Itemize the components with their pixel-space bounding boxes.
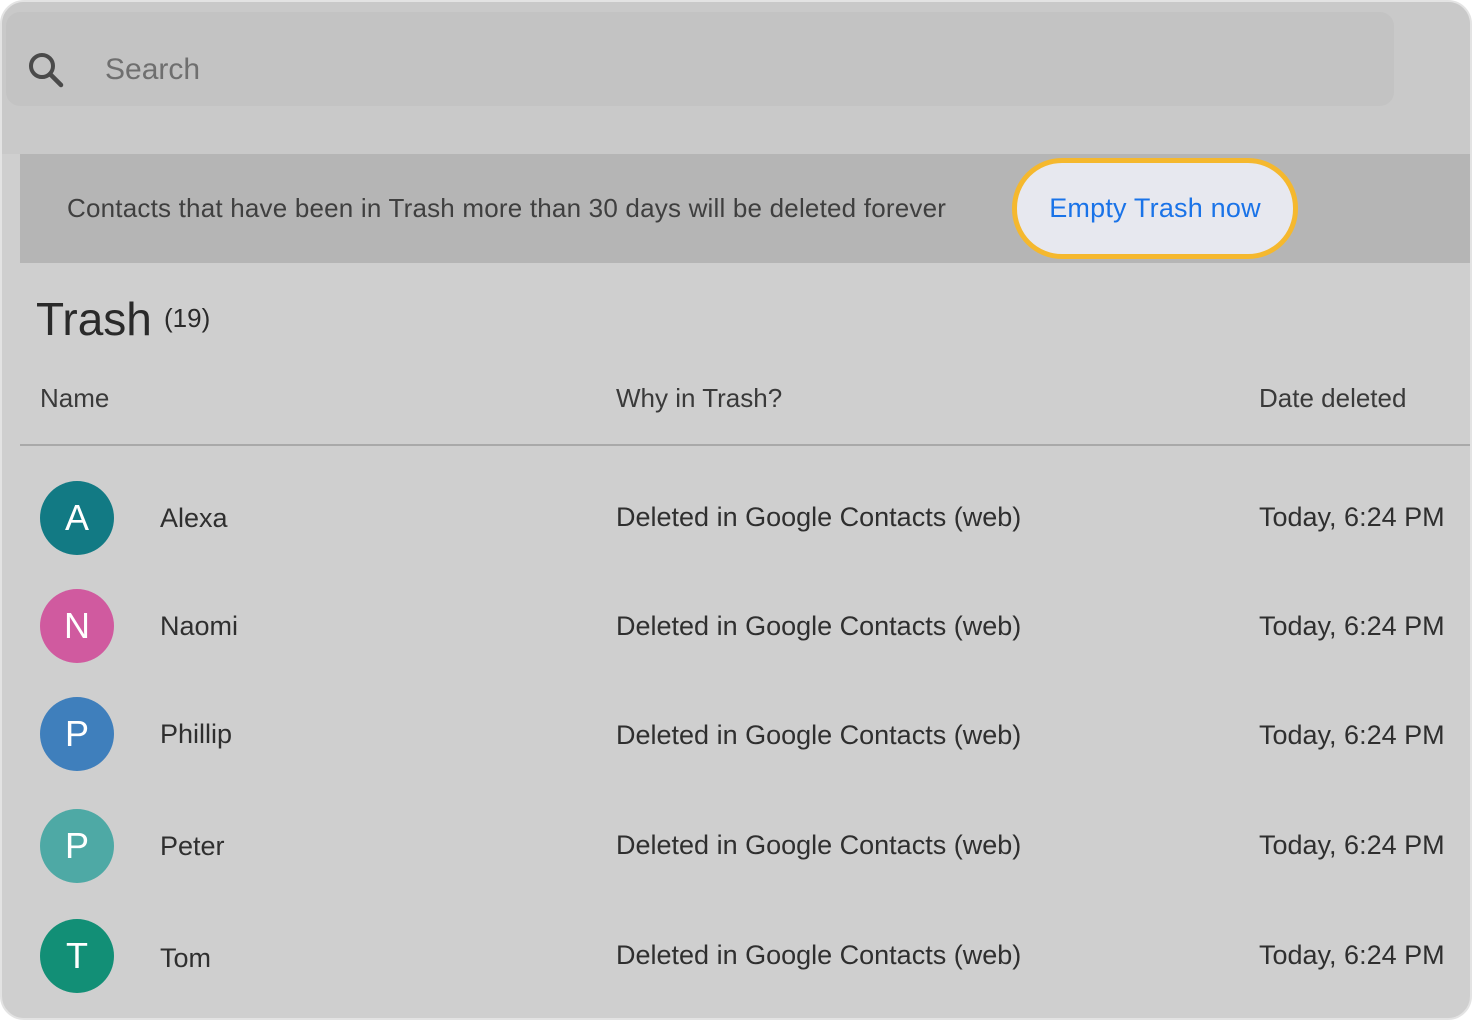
table-row[interactable]: N Naomi Deleted in Google Contacts (web)… (2, 576, 1470, 676)
trash-reason: Deleted in Google Contacts (web) (616, 830, 1022, 860)
column-header-name[interactable]: Name (40, 382, 109, 414)
contact-name: Naomi (160, 611, 239, 641)
trash-reason: Deleted in Google Contacts (web) (616, 720, 1022, 750)
empty-trash-button[interactable]: Empty Trash now (1012, 158, 1298, 259)
avatar: N (40, 589, 114, 663)
avatar-initial: T (66, 935, 88, 976)
column-header-date[interactable]: Date deleted (1259, 382, 1406, 414)
contact-name: Tom (160, 943, 212, 973)
trash-reason: Deleted in Google Contacts (web) (616, 940, 1022, 970)
app-window: Search Contacts that have been in Trash … (0, 0, 1472, 1020)
page-title: Trash (36, 293, 152, 345)
trash-count-badge: (19) (164, 303, 211, 333)
date-deleted: Today, 6:24 PM (1259, 720, 1445, 750)
trash-reason: Deleted in Google Contacts (web) (616, 611, 1022, 641)
contact-name: Alexa (160, 503, 228, 533)
column-header-reason[interactable]: Why in Trash? (616, 382, 782, 414)
avatar-initial: N (64, 605, 90, 646)
header-divider (20, 444, 1470, 446)
contact-name: Phillip (160, 719, 233, 749)
date-deleted: Today, 6:24 PM (1259, 611, 1445, 641)
date-deleted: Today, 6:24 PM (1259, 502, 1445, 532)
avatar: A (40, 481, 114, 555)
top-bar: Search (2, 2, 1470, 154)
avatar: T (40, 919, 114, 993)
avatar-initial: P (64, 713, 89, 754)
search-icon[interactable] (26, 50, 66, 90)
avatar: P (40, 809, 114, 883)
avatar-initial: P (64, 825, 89, 866)
table-row[interactable]: A Alexa Deleted in Google Contacts (web)… (2, 468, 1470, 568)
avatar: P (40, 697, 114, 771)
banner-message: Contacts that have been in Trash more th… (67, 193, 947, 223)
search-input[interactable]: Search (105, 50, 200, 90)
contact-name: Peter (160, 831, 225, 861)
table-row[interactable]: T Tom Deleted in Google Contacts (web) T… (2, 906, 1470, 1006)
avatar-initial: A (64, 497, 89, 538)
retention-banner: Contacts that have been in Trash more th… (20, 154, 1470, 263)
empty-trash-button-label: Empty Trash now (1049, 193, 1261, 223)
trash-reason: Deleted in Google Contacts (web) (616, 502, 1022, 532)
search-bar[interactable]: Search (6, 12, 1394, 106)
table-row[interactable]: P Peter Deleted in Google Contacts (web)… (2, 796, 1470, 896)
date-deleted: Today, 6:24 PM (1259, 940, 1445, 970)
date-deleted: Today, 6:24 PM (1259, 830, 1445, 860)
table-row[interactable]: P Phillip Deleted in Google Contacts (we… (2, 684, 1470, 784)
